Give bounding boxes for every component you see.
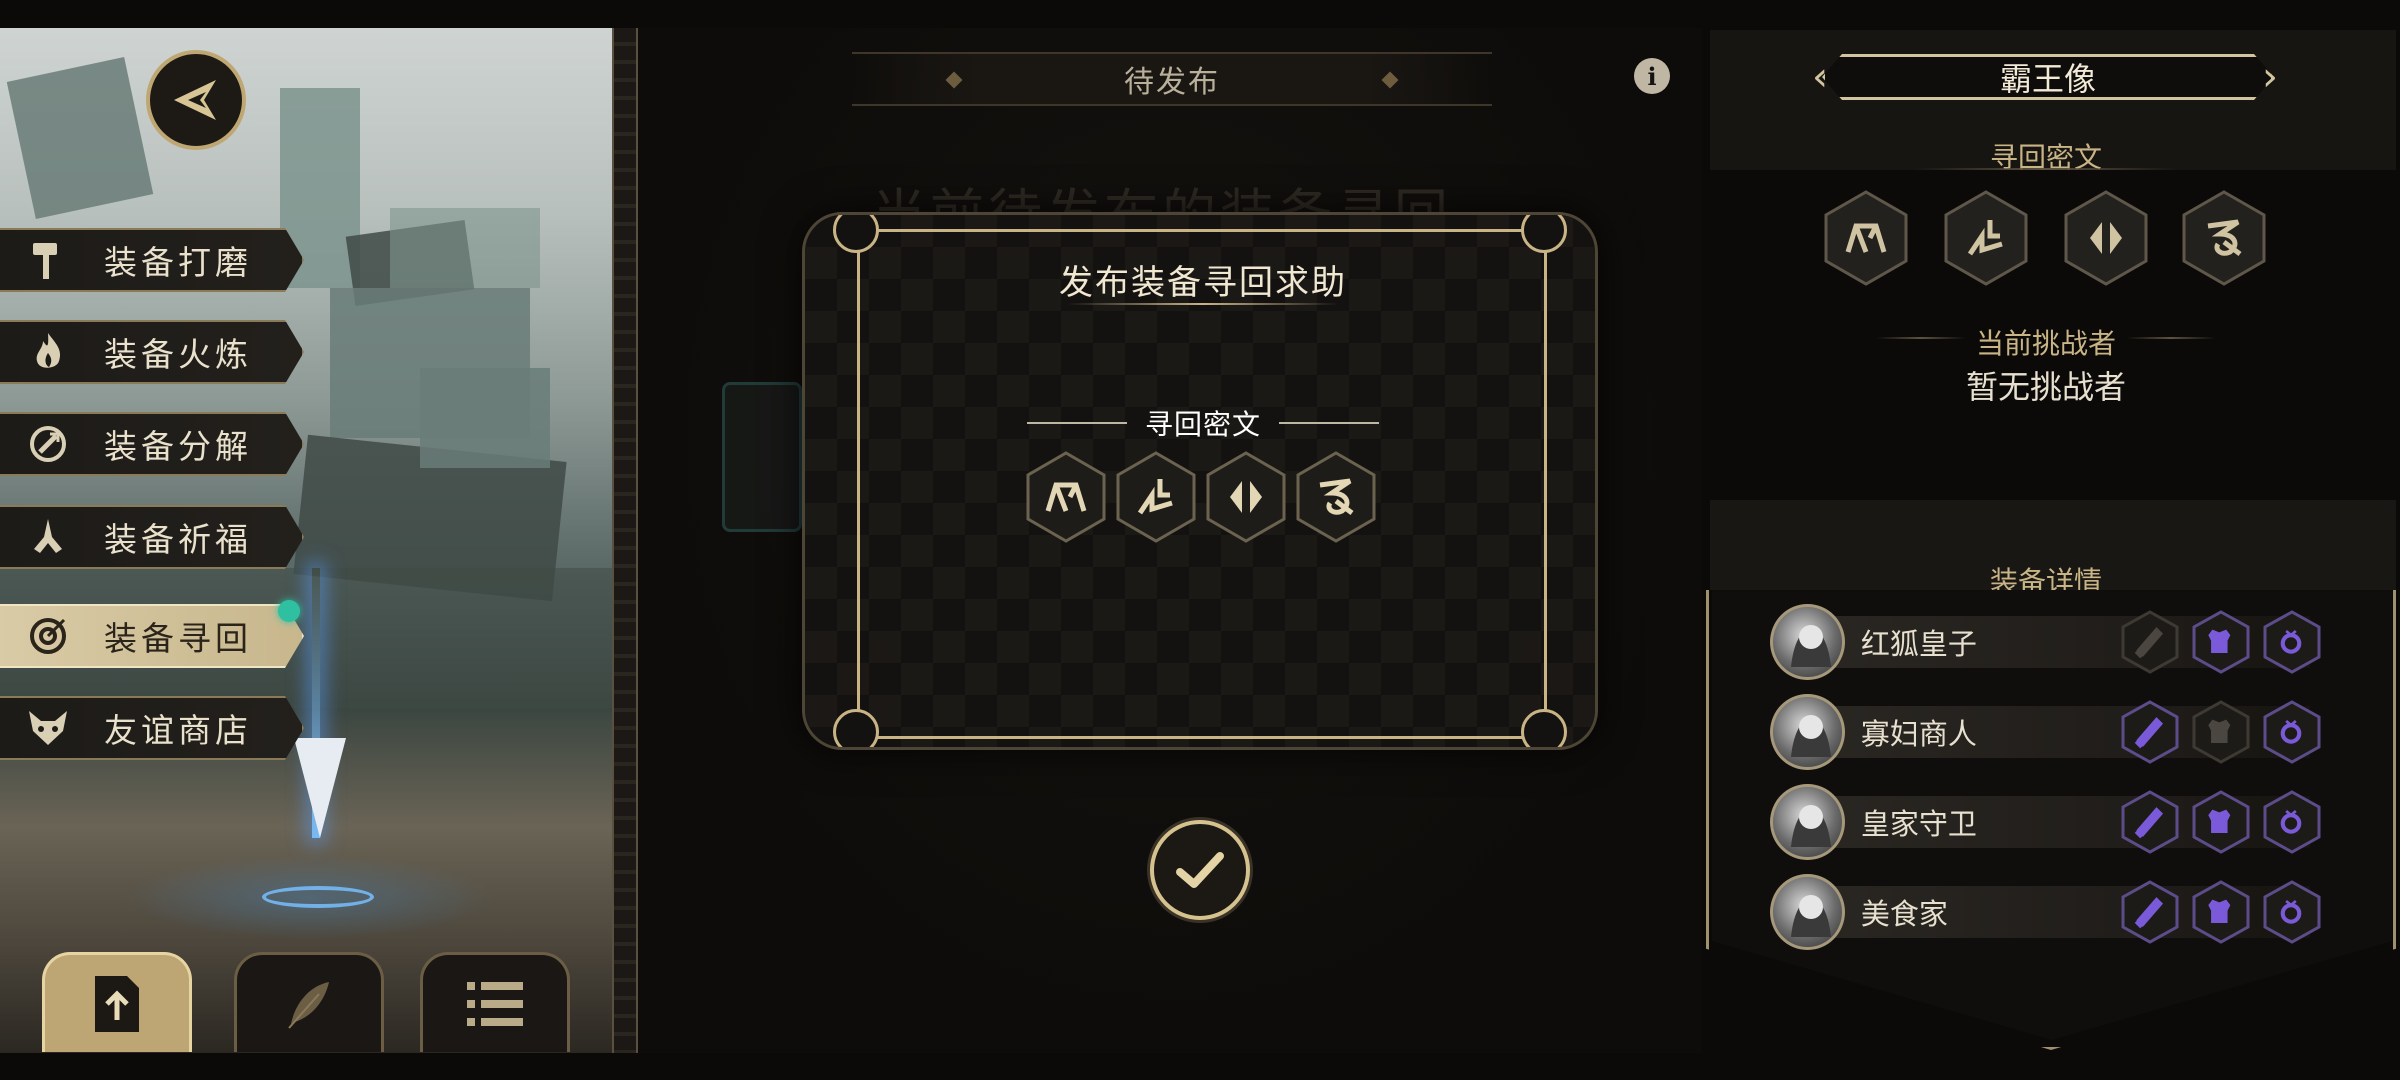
hero-name: 寡妇商人 xyxy=(1860,717,1977,751)
equip-slot[interactable] xyxy=(2121,700,2179,764)
hero-avatar xyxy=(1770,604,1845,680)
diamond-ornament xyxy=(945,71,963,89)
upload-document-icon xyxy=(95,975,139,1032)
equip-slot[interactable] xyxy=(2192,880,2250,944)
menu-item-label: 装备寻回 xyxy=(104,619,252,658)
menu-item-label: 装备火炼 xyxy=(104,335,252,374)
feather-icon xyxy=(288,981,329,1029)
ring-slot-icon xyxy=(2281,899,2302,924)
flame-icon xyxy=(20,324,76,380)
back-button[interactable] xyxy=(146,50,246,150)
menu-item-label: 装备祈福 xyxy=(104,520,252,559)
disassemble-icon xyxy=(20,416,76,472)
boss-name: 霸王像 xyxy=(1999,60,2096,98)
rune-4-icon xyxy=(2180,190,2268,286)
menu-item-polish[interactable]: 装备打磨 xyxy=(0,228,304,292)
modal-subtitle: 寻回密文 xyxy=(1144,408,1261,441)
back-arrow-icon xyxy=(174,80,216,120)
tab-record[interactable] xyxy=(234,952,384,1052)
title-underline xyxy=(1067,303,1339,305)
weapon-slot-icon xyxy=(2135,717,2164,749)
equip-slot[interactable] xyxy=(2192,610,2250,674)
rune-2-icon xyxy=(1114,451,1198,543)
menu-item-disassemble[interactable]: 装备分解 xyxy=(0,412,304,476)
challenger-label: 当前挑战者 xyxy=(1975,327,2116,360)
armor-slot-icon xyxy=(2208,719,2231,743)
confirm-button[interactable] xyxy=(1150,820,1250,920)
corner-ornament xyxy=(833,709,879,747)
ring-slot-icon xyxy=(2281,719,2302,744)
equip-slot[interactable] xyxy=(2263,790,2321,854)
checkmark-icon xyxy=(1176,852,1224,888)
menu-item-forge[interactable]: 装备火炼 xyxy=(0,320,304,384)
rune-2-icon xyxy=(1942,190,2030,286)
equip-slot[interactable] xyxy=(2121,610,2179,674)
subtitle-rule xyxy=(1279,422,1379,424)
diamond-ornament xyxy=(1381,71,1399,89)
crystal-marker xyxy=(294,738,346,838)
fox-icon xyxy=(20,700,76,756)
weapon-slot-icon xyxy=(2135,807,2164,839)
glow-ring xyxy=(262,886,374,908)
panel-divider xyxy=(612,28,638,1053)
equip-slot[interactable] xyxy=(2121,790,2179,854)
equip-slot[interactable] xyxy=(2263,700,2321,764)
hero-name: 红狐皇子 xyxy=(1860,627,1977,661)
ring-slot-icon xyxy=(2281,629,2302,654)
rune-3-icon xyxy=(1204,451,1288,543)
list-icon xyxy=(467,981,523,1026)
target-icon xyxy=(20,608,76,664)
hero-avatar xyxy=(1770,694,1845,770)
equip-slot[interactable] xyxy=(2192,790,2250,854)
hammer-icon xyxy=(20,232,76,288)
info-icon[interactable]: i xyxy=(1634,58,1670,94)
rune-4-icon xyxy=(1294,451,1378,543)
cipher-section-title: 寻回密文 xyxy=(1989,141,2102,174)
armor-slot-icon xyxy=(2208,629,2231,653)
rune-3-icon xyxy=(2062,190,2150,286)
equip-slot[interactable] xyxy=(2263,610,2321,674)
hero-avatar xyxy=(1770,784,1845,860)
hero-avatar xyxy=(1770,874,1845,950)
weapon-slot-icon xyxy=(2135,627,2164,659)
tab-publish[interactable] xyxy=(42,952,192,1052)
hero-name: 美食家 xyxy=(1860,897,1948,931)
corner-ornament xyxy=(1521,709,1567,747)
challenger-value: 暂无挑战者 xyxy=(1965,368,2126,406)
rune-1-icon xyxy=(1024,451,1108,543)
section-rule xyxy=(1916,168,2176,170)
armor-slot-icon xyxy=(2208,809,2231,833)
menu-item-label: 友谊商店 xyxy=(104,711,252,750)
menu-item-friend-shop[interactable]: 友谊商店 xyxy=(0,696,304,760)
hero-row[interactable]: 皇家守卫 xyxy=(1770,784,2321,860)
dimmed-card xyxy=(722,382,802,532)
menu-item-label: 装备分解 xyxy=(104,427,252,466)
equip-slot[interactable] xyxy=(2192,700,2250,764)
next-boss-arrow[interactable]: › xyxy=(2262,54,2278,100)
armor-slot-icon xyxy=(2208,899,2231,923)
modal-title: 发布装备寻回求助 xyxy=(1059,263,1347,303)
ring-slot-icon xyxy=(2281,809,2302,834)
hero-row[interactable]: 红狐皇子 xyxy=(1770,604,2321,680)
cipher-glyph-row xyxy=(1024,451,1378,543)
status-banner: 待发布 xyxy=(852,52,1492,106)
menu-item-retrieve[interactable]: 装备寻回 xyxy=(0,604,304,668)
hero-name: 皇家守卫 xyxy=(1860,807,1977,841)
hero-row[interactable]: 美食家 xyxy=(1770,874,2321,950)
status-label: 待发布 xyxy=(1124,65,1220,100)
rune-1-icon xyxy=(1822,190,1910,286)
section-rule xyxy=(2126,337,2216,339)
pray-hands-icon xyxy=(20,509,76,565)
notification-dot xyxy=(278,600,300,622)
menu-item-pray[interactable]: 装备祈福 xyxy=(0,505,304,569)
equip-slot[interactable] xyxy=(2263,880,2321,944)
equip-slot[interactable] xyxy=(2121,880,2179,944)
publish-modal: 发布装备寻回求助 寻回密文 xyxy=(802,212,1598,750)
tab-list[interactable] xyxy=(420,952,570,1052)
menu-item-label: 装备打磨 xyxy=(104,243,252,282)
weapon-slot-icon xyxy=(2135,897,2164,929)
hero-row[interactable]: 寡妇商人 xyxy=(1770,694,2321,770)
boss-name-plate: 霸王像 xyxy=(1822,54,2274,100)
